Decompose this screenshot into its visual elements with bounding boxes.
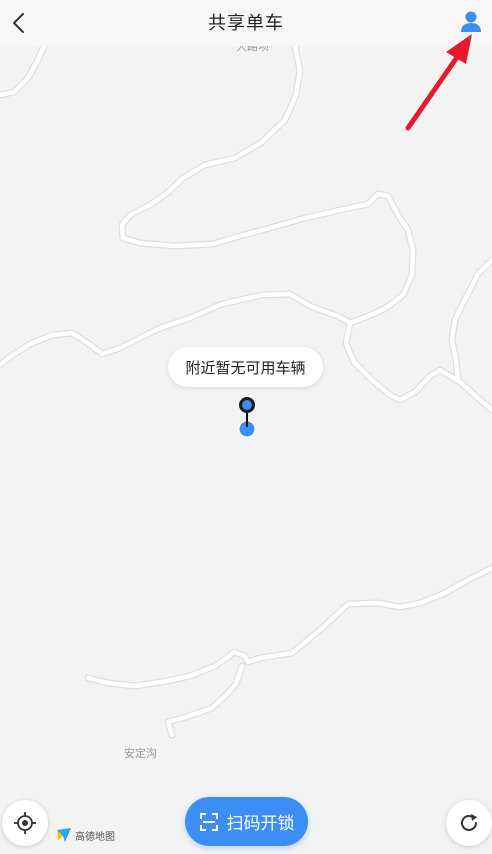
place-label-anding: 安定沟 (124, 747, 157, 760)
scan-unlock-button[interactable]: 扫码开锁 (185, 797, 308, 846)
amap-logo-icon (57, 828, 71, 842)
amap-logo-text: 高德地图 (75, 831, 115, 843)
map-view[interactable]: 大路坝 安定沟 (0, 40, 492, 854)
no-bikes-tooltip: 附近暂无可用车辆 (168, 347, 323, 387)
locate-button[interactable] (2, 800, 48, 846)
red-arrow-pointer (405, 34, 472, 131)
refresh-button[interactable] (446, 800, 492, 846)
location-pin-icon (238, 397, 256, 438)
crosshair-icon (14, 812, 36, 834)
scan-unlock-label: 扫码开锁 (226, 814, 295, 834)
refresh-icon (461, 814, 477, 831)
map-roads (0, 46, 492, 739)
map-provider-logo: 高德地图 (56, 827, 115, 843)
scan-frame-icon (199, 812, 218, 831)
